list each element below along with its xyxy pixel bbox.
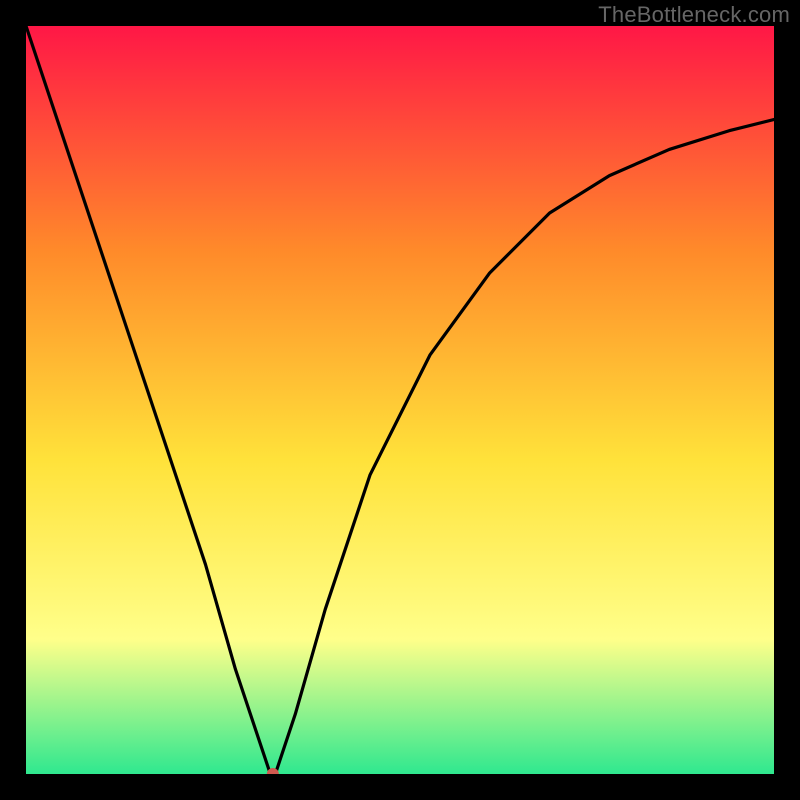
plot-area: [26, 26, 774, 774]
chart-frame: TheBottleneck.com: [0, 0, 800, 800]
gradient-background: [26, 26, 774, 774]
watermark-text: TheBottleneck.com: [598, 2, 790, 28]
chart-svg: [26, 26, 774, 774]
